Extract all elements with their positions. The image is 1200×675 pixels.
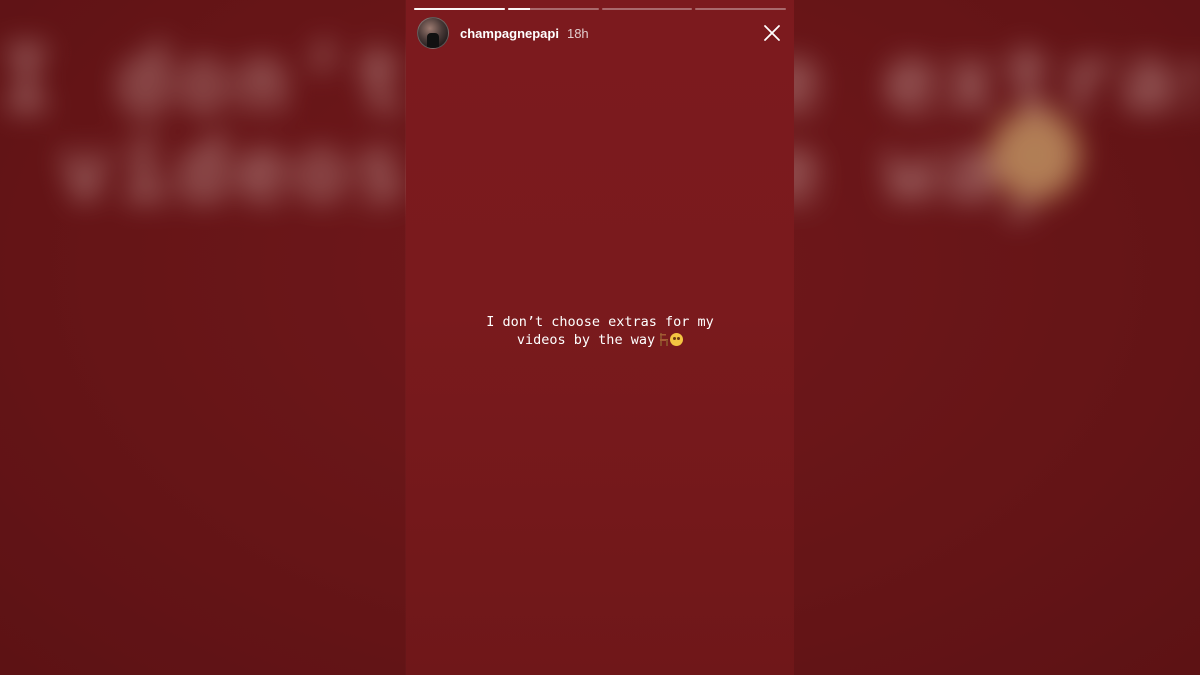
right-shade <box>794 0 1200 675</box>
left-shade <box>0 0 405 675</box>
story-header: champagnepapi 18h <box>417 17 784 49</box>
caption-line-2: videos by the way <box>406 331 794 349</box>
close-icon <box>764 25 780 41</box>
progress-segment <box>507 8 599 10</box>
story-panel[interactable]: champagnepapi 18h I don’t choose extras … <box>406 0 794 675</box>
progress-segment <box>695 8 786 10</box>
progress-segment <box>414 8 505 10</box>
story-viewer: I don’t choose extras for my videos by t… <box>0 0 1200 675</box>
caption-line-2-text: videos by the way <box>516 332 656 348</box>
progress-segment <box>601 8 693 10</box>
progress-fill <box>414 8 505 10</box>
progress-fill <box>507 8 531 10</box>
chair-icon <box>660 333 669 346</box>
close-button[interactable] <box>760 21 784 45</box>
username[interactable]: champagnepapi <box>460 26 559 41</box>
story-progress-bar <box>414 8 786 11</box>
flushed-face-icon <box>670 333 684 346</box>
avatar[interactable] <box>417 17 449 49</box>
caption-line-1: I don’t choose extras for my <box>486 314 714 330</box>
story-caption: I don’t choose extras for my videos by t… <box>406 313 794 349</box>
timestamp: 18h <box>566 25 589 41</box>
